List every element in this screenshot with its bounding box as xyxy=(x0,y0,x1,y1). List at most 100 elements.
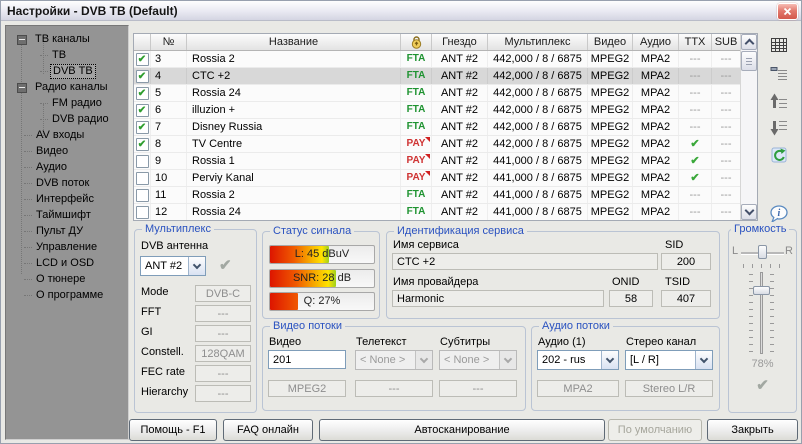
onid-label: ONID xyxy=(612,276,640,288)
multiplex-panel: Мультиплекс DVB антенна ANT #2 ✔ ModeDVB… xyxy=(134,229,257,413)
chevron-down-icon[interactable] xyxy=(695,351,712,369)
header-check-cell[interactable] xyxy=(134,34,151,50)
title-bar[interactable]: Настройки - DVB ТВ (Default) xyxy=(1,1,801,21)
acc-cell: FTA xyxy=(401,102,432,118)
channel-checkbox[interactable]: ✔ xyxy=(136,70,149,83)
balance-slider-handle[interactable] xyxy=(758,245,767,259)
table-row[interactable]: 12Rossia 24FTAANT #2441,000 / 8 / 6875MP… xyxy=(134,204,740,221)
header-video[interactable]: Видео xyxy=(588,34,633,50)
close-button[interactable] xyxy=(777,3,798,20)
collapse-icon[interactable] xyxy=(17,35,27,45)
antenna-select[interactable]: ANT #2 xyxy=(140,256,206,276)
table-row[interactable]: 10Perviy KanalPAYANT #2441,000 / 8 / 687… xyxy=(134,170,740,187)
tsid-value: 407 xyxy=(661,290,711,307)
table-row[interactable]: ✔7Disney RussiaFTAANT #2442,000 / 8 / 68… xyxy=(134,119,740,136)
chevron-down-icon xyxy=(415,351,432,369)
header-access[interactable] xyxy=(401,34,432,50)
signal-bar-label: SNR: 28 dB xyxy=(270,270,374,287)
channel-checkbox[interactable]: ✔ xyxy=(136,138,149,151)
table-row[interactable]: 11Rossia 2FTAANT #2441,000 / 8 / 6875MPE… xyxy=(134,187,740,204)
sidebar-item-2[interactable]: DVB ТВ xyxy=(6,63,128,79)
channel-checkbox[interactable]: ✔ xyxy=(136,121,149,134)
header-sub[interactable]: SUB xyxy=(712,34,740,50)
check-cell xyxy=(134,153,151,169)
header-name[interactable]: Название xyxy=(187,34,401,50)
sidebar-item-0[interactable]: ТВ каналы xyxy=(6,31,128,47)
volume-check-icon: ✔ xyxy=(729,376,796,394)
channel-list-header[interactable]: № Название Гнездо Мультиплекс Видео Ауди… xyxy=(134,34,740,51)
move-up-button[interactable] xyxy=(768,90,790,112)
channel-checkbox[interactable] xyxy=(136,155,149,168)
channel-list: № Название Гнездо Мультиплекс Видео Ауди… xyxy=(133,33,758,221)
chevron-down-icon[interactable] xyxy=(601,351,618,369)
table-row[interactable]: ✔6illuzion +FTAANT #2442,000 / 8 / 6875M… xyxy=(134,102,740,119)
channel-checkbox[interactable]: ✔ xyxy=(136,87,149,100)
scrollbar-thumb[interactable] xyxy=(741,51,757,71)
sub-cell: --- xyxy=(712,119,740,135)
vid-cell: MPEG2 xyxy=(588,68,633,84)
vid-cell: MPEG2 xyxy=(588,119,633,135)
video-pid-input[interactable]: 201 xyxy=(268,350,346,369)
sidebar-item-label: ТВ каналы xyxy=(33,31,92,47)
channel-checkbox[interactable] xyxy=(136,206,149,219)
sidebar-item-label: LCD и OSD xyxy=(34,255,96,271)
antenna-label: DVB антенна xyxy=(141,240,208,252)
audio-select[interactable]: 202 - rus xyxy=(537,350,619,370)
channel-checkbox[interactable]: ✔ xyxy=(136,53,149,66)
sidebar-item-15[interactable]: О тюнере xyxy=(6,271,128,287)
header-ttx[interactable]: TTX xyxy=(679,34,712,50)
name-cell: TV Centre xyxy=(187,136,401,152)
sidebar-item-13[interactable]: Управление xyxy=(6,239,128,255)
move-down-button[interactable] xyxy=(768,117,790,139)
sidebar-item-3[interactable]: Радио каналы xyxy=(6,79,128,95)
sidebar-item-1[interactable]: ТВ xyxy=(6,47,128,63)
table-row[interactable]: ✔5Rossia 24FTAANT #2442,000 / 8 / 6875MP… xyxy=(134,85,740,102)
sidebar-item-9[interactable]: DVB поток xyxy=(6,175,128,191)
name-cell: Rossia 2 xyxy=(187,187,401,203)
field-value: --- xyxy=(195,325,251,342)
check-cell: ✔ xyxy=(134,119,151,135)
remove-channel-button[interactable] xyxy=(768,62,790,84)
channel-checkbox[interactable] xyxy=(136,172,149,185)
sidebar-item-5[interactable]: DVB радио xyxy=(6,111,128,127)
chevron-down-icon[interactable] xyxy=(188,257,205,275)
channel-list-scrollbar[interactable] xyxy=(740,34,757,220)
sidebar-item-14[interactable]: LCD и OSD xyxy=(6,255,128,271)
header-num[interactable]: № xyxy=(151,34,187,50)
faq-button[interactable]: FAQ онлайн xyxy=(223,419,313,441)
refresh-button[interactable] xyxy=(768,144,790,166)
channel-checkbox[interactable] xyxy=(136,189,149,202)
acc-cell: FTA xyxy=(401,51,432,67)
sidebar-item-6[interactable]: AV входы xyxy=(6,127,128,143)
help-button[interactable]: Помощь - F1 xyxy=(129,419,217,441)
autoscan-button[interactable]: Автосканирование xyxy=(319,419,605,441)
check-cell: ✔ xyxy=(134,102,151,118)
header-socket[interactable]: Гнездо xyxy=(432,34,488,50)
ttx-cell: ✔ xyxy=(679,153,712,169)
volume-slider-handle[interactable] xyxy=(753,286,770,295)
table-row[interactable]: ✔8TV CentrePAYANT #2442,000 / 8 / 6875MP… xyxy=(134,136,740,153)
header-multiplex[interactable]: Мультиплекс xyxy=(488,34,588,50)
column-setup-button[interactable] xyxy=(768,34,790,56)
sidebar-item-8[interactable]: Аудио xyxy=(6,159,128,175)
channel-checkbox[interactable]: ✔ xyxy=(136,104,149,117)
volume-slider-track[interactable] xyxy=(760,272,763,354)
header-audio[interactable]: Аудио xyxy=(633,34,679,50)
sidebar-item-11[interactable]: Таймшифт xyxy=(6,207,128,223)
subtitles-info-value: --- xyxy=(439,380,517,397)
scroll-up-button[interactable] xyxy=(741,34,757,50)
sidebar-item-4[interactable]: FM радио xyxy=(6,95,128,111)
sidebar-item-10[interactable]: Интерфейс xyxy=(6,191,128,207)
stereo-select[interactable]: [L / R] xyxy=(625,350,713,370)
close-dialog-button[interactable]: Закрыть xyxy=(707,419,798,441)
signal-bar: Q: 27% xyxy=(269,292,375,311)
sidebar-item-12[interactable]: Пульт ДУ xyxy=(6,223,128,239)
scroll-down-button[interactable] xyxy=(741,204,757,220)
sidebar-item-16[interactable]: О программе xyxy=(6,287,128,303)
sidebar-item-7[interactable]: Видео xyxy=(6,143,128,159)
collapse-icon[interactable] xyxy=(17,83,27,93)
sidebar-item-label: AV входы xyxy=(34,127,86,143)
table-row[interactable]: ✔4CTC +2FTAANT #2442,000 / 8 / 6875MPEG2… xyxy=(134,68,740,85)
table-row[interactable]: 9Rossia 1PAYANT #2441,000 / 8 / 6875MPEG… xyxy=(134,153,740,170)
table-row[interactable]: ✔3Rossia 2FTAANT #2442,000 / 8 / 6875MPE… xyxy=(134,51,740,68)
